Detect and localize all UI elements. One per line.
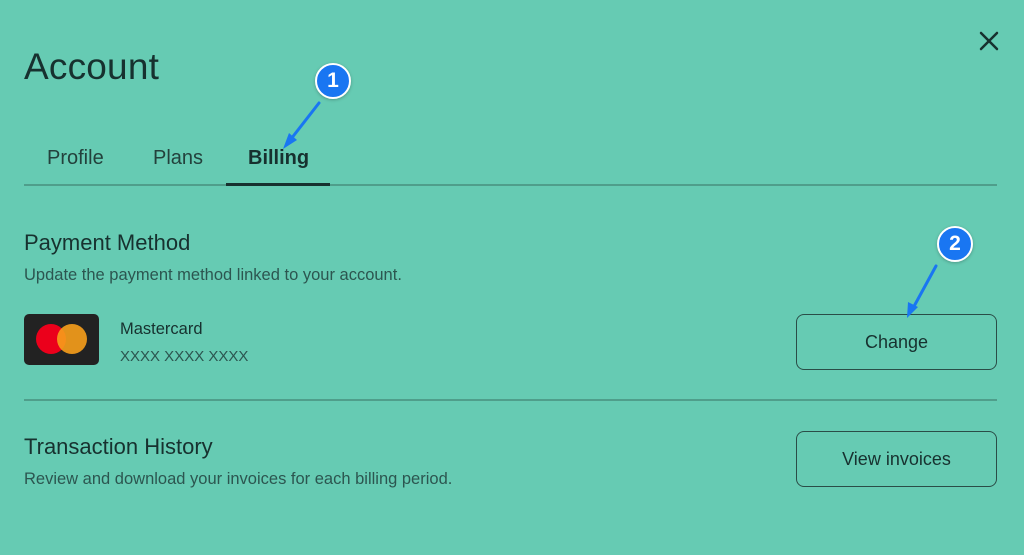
- close-button[interactable]: [972, 24, 1006, 58]
- section-divider: [24, 399, 997, 401]
- view-invoices-button[interactable]: View invoices: [796, 431, 997, 487]
- change-button[interactable]: Change: [796, 314, 997, 370]
- tabs-divider: [24, 184, 997, 186]
- payment-method-description: Update the payment method linked to your…: [24, 266, 402, 284]
- annotation-arrow-2: [910, 264, 938, 312]
- page-title: Account: [24, 46, 160, 87]
- mastercard-icon: [24, 314, 99, 365]
- annotation-badge-1: 1: [315, 63, 351, 99]
- card-brand: Mastercard: [120, 320, 203, 338]
- annotation-arrow-1: [289, 101, 321, 141]
- mastercard-orange-circle: [57, 324, 87, 354]
- close-icon: [979, 31, 999, 51]
- tab-profile[interactable]: Profile: [47, 145, 104, 171]
- transaction-history-description: Review and download your invoices for ea…: [24, 470, 453, 488]
- payment-method-heading: Payment Method: [24, 230, 191, 255]
- card-number: XXXX XXXX XXXX: [120, 348, 249, 365]
- transaction-history-heading: Transaction History: [24, 434, 213, 459]
- tab-billing[interactable]: Billing: [248, 145, 309, 171]
- annotation-badge-2: 2: [937, 226, 973, 262]
- tab-plans[interactable]: Plans: [153, 145, 203, 171]
- active-tab-indicator: [226, 183, 330, 186]
